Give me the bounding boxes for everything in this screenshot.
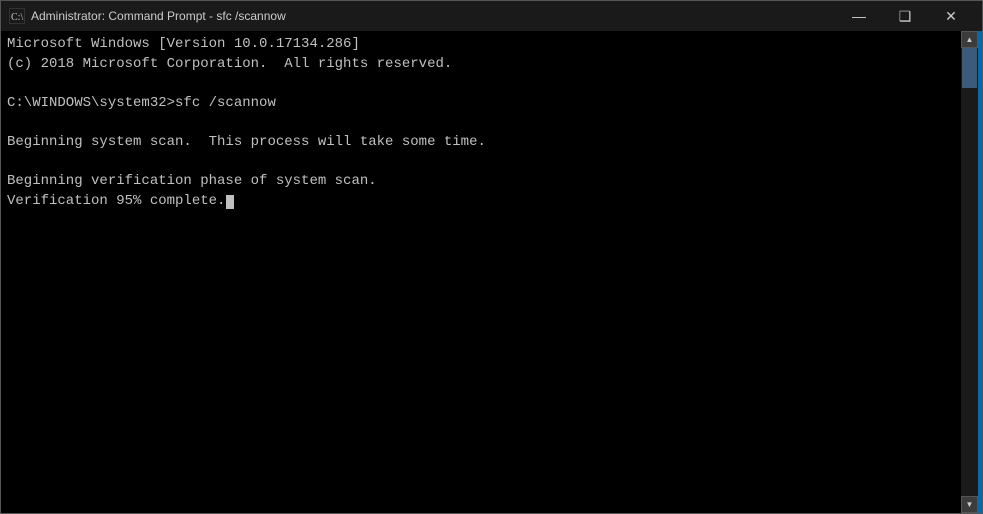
restore-button[interactable]: ❑ — [882, 1, 928, 31]
window-right-border — [978, 31, 982, 513]
title-bar: C:\ Administrator: Command Prompt - sfc … — [1, 1, 982, 31]
terminal-line: Beginning system scan. This process will… — [7, 133, 955, 153]
terminal-line: (c) 2018 Microsoft Corporation. All righ… — [7, 55, 955, 75]
terminal-output[interactable]: Microsoft Windows [Version 10.0.17134.28… — [1, 31, 961, 513]
window-controls: — ❑ ✕ — [836, 1, 974, 31]
scroll-up-button[interactable]: ▲ — [961, 31, 978, 48]
terminal-line: Microsoft Windows [Version 10.0.17134.28… — [7, 35, 955, 55]
terminal-line — [7, 74, 955, 94]
terminal-line: Verification 95% complete. — [7, 192, 955, 212]
scroll-down-button[interactable]: ▼ — [961, 496, 978, 513]
minimize-button[interactable]: — — [836, 1, 882, 31]
window-title: Administrator: Command Prompt - sfc /sca… — [31, 9, 286, 23]
close-button[interactable]: ✕ — [928, 1, 974, 31]
window-body: Microsoft Windows [Version 10.0.17134.28… — [1, 31, 982, 513]
svg-text:C:\: C:\ — [11, 12, 23, 23]
scrollbar[interactable]: ▲ ▼ — [961, 31, 978, 513]
cmd-icon: C:\ — [9, 8, 25, 24]
title-bar-left: C:\ Administrator: Command Prompt - sfc … — [9, 8, 286, 24]
terminal-line — [7, 113, 955, 133]
scroll-thumb[interactable] — [962, 48, 977, 88]
command-prompt-window: C:\ Administrator: Command Prompt - sfc … — [0, 0, 983, 514]
terminal-line: Beginning verification phase of system s… — [7, 172, 955, 192]
scroll-track[interactable] — [961, 48, 978, 496]
cursor — [226, 195, 234, 209]
terminal-line — [7, 153, 955, 173]
terminal-line: C:\WINDOWS\system32>sfc /scannow — [7, 94, 955, 114]
